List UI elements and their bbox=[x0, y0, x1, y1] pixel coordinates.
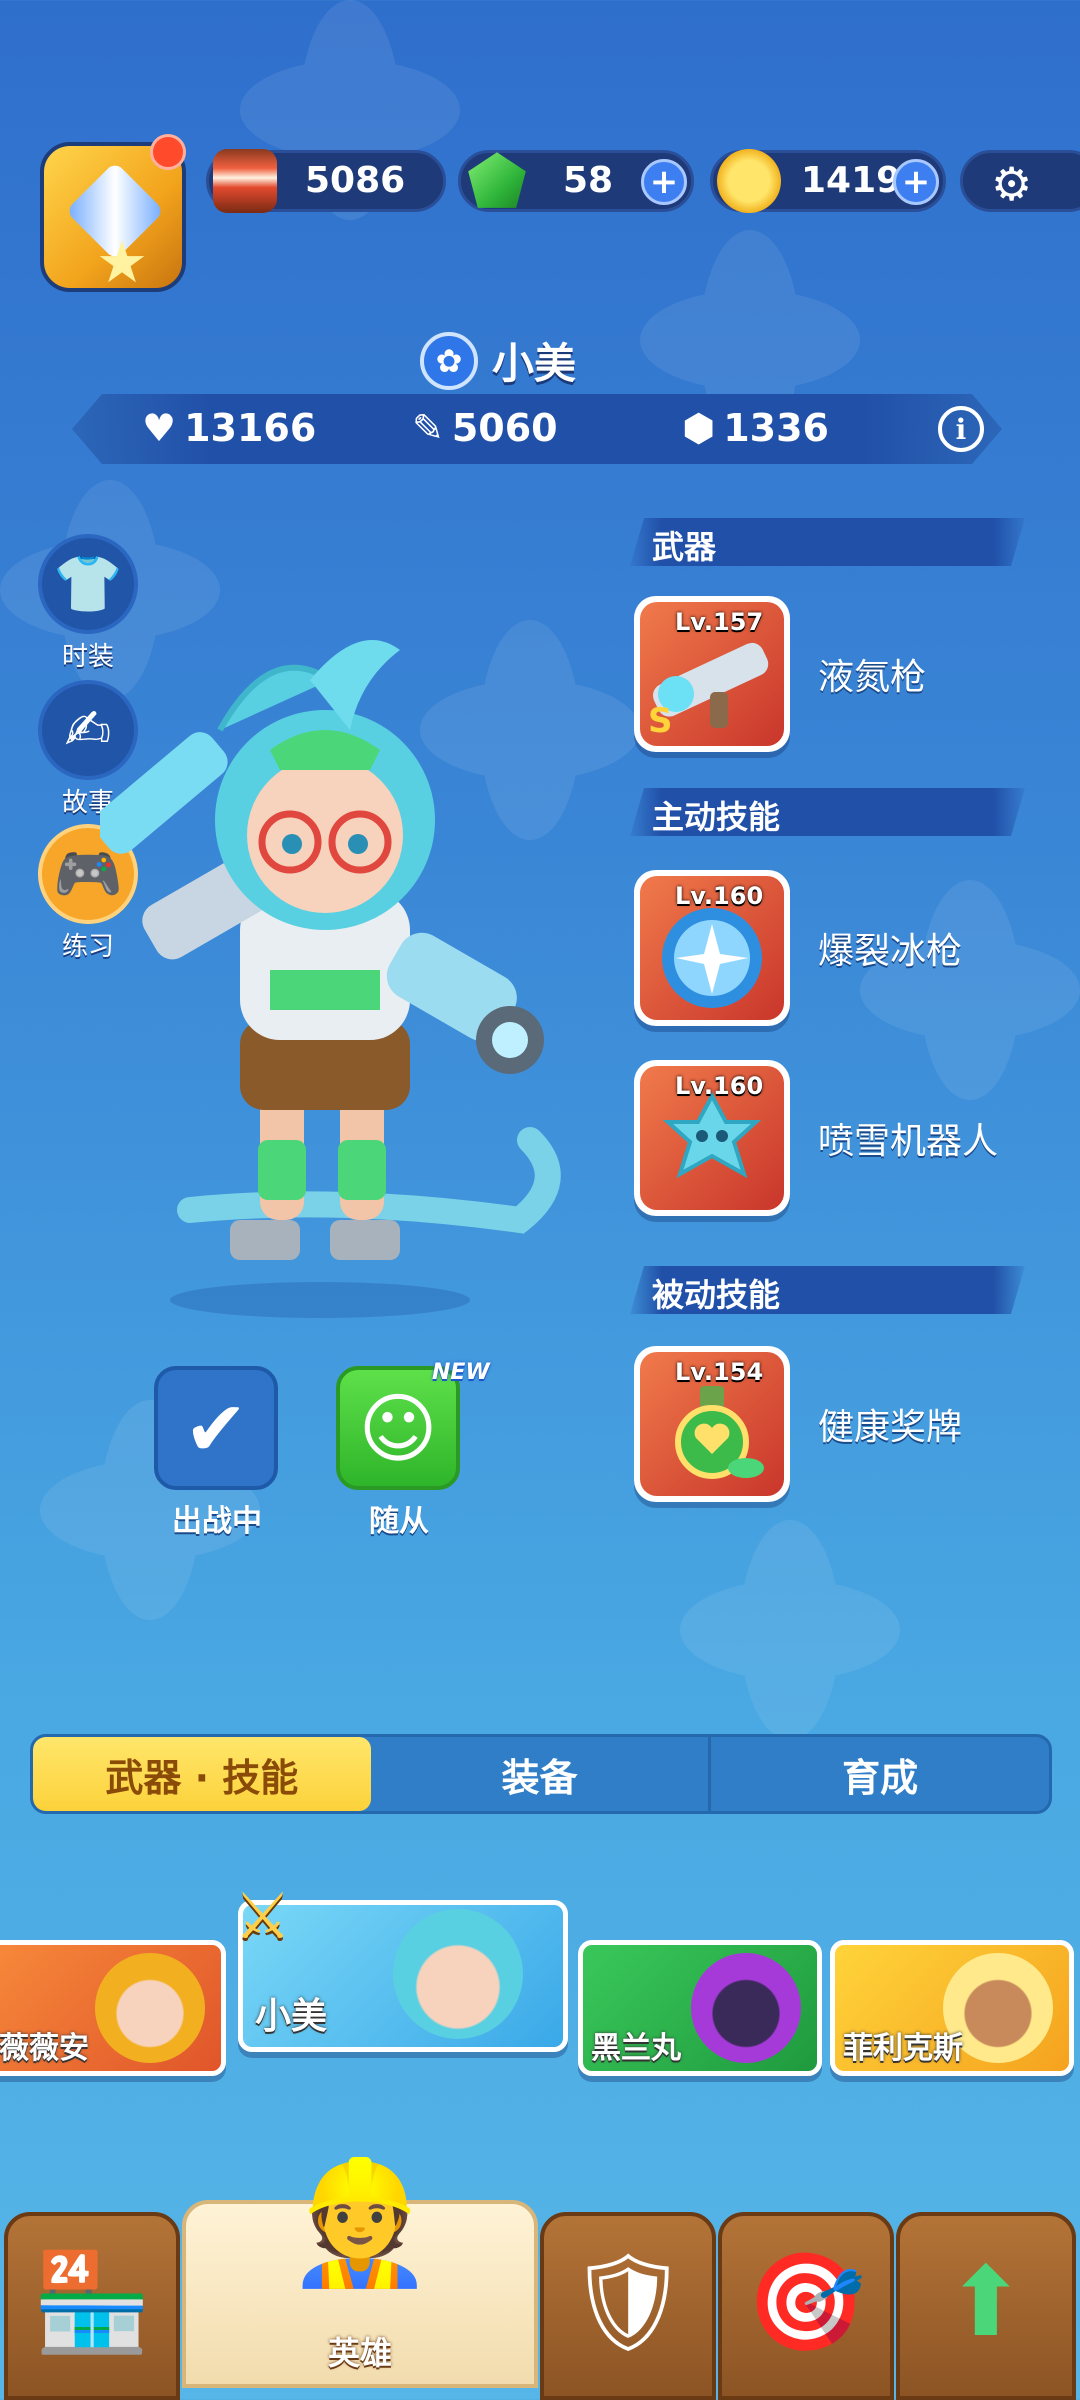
tab-weapon-skills[interactable]: 武器 · 技能 bbox=[33, 1737, 371, 1811]
hero-card-name: 菲利克斯 bbox=[843, 2031, 963, 2066]
hero-tabs: 武器 · 技能 装备 育成 bbox=[30, 1734, 1052, 1814]
hero-character-illustration bbox=[100, 640, 561, 1318]
nav-upgrade[interactable]: ⬆ bbox=[896, 2212, 1076, 2400]
weapon-name: 液氮枪 bbox=[818, 657, 927, 698]
hero-card-felix[interactable]: 菲利克斯 bbox=[830, 1940, 1074, 2076]
checkmark-icon: ✔ bbox=[154, 1366, 278, 1490]
active-skill-1-card[interactable]: Lv.160 bbox=[634, 870, 790, 1026]
settings-button[interactable]: ⚙ bbox=[960, 150, 1080, 212]
companion-button[interactable]: ☺ NEW 随从 bbox=[336, 1360, 490, 1540]
gem-currency-display: 58 + bbox=[458, 150, 694, 212]
attack-icon: ✎ bbox=[412, 406, 444, 450]
gem-icon bbox=[468, 152, 526, 208]
defense-value: 1336 bbox=[723, 406, 829, 450]
active-skill-2-name: 喷雪机器人 bbox=[818, 1121, 999, 1162]
nav-hero-label: 英雄 bbox=[327, 2334, 392, 2372]
active-skills-title: 主动技能 bbox=[652, 798, 781, 836]
gear-icon: ⚙ bbox=[991, 157, 1033, 211]
cake-amount: 5086 bbox=[305, 160, 406, 201]
add-gems-button[interactable]: + bbox=[641, 159, 687, 205]
notification-dot bbox=[150, 134, 186, 170]
cake-icon bbox=[213, 149, 277, 213]
weapon-card[interactable]: S Lv.157 bbox=[634, 596, 790, 752]
deployed-toggle[interactable]: ✔ 出战中 bbox=[154, 1366, 280, 1540]
hero-card-name: 黑兰丸 bbox=[591, 2031, 681, 2066]
attack-value: 5060 bbox=[451, 406, 558, 450]
crossed-swords-icon: ⚔ bbox=[234, 1880, 292, 1954]
active-skills-header: 主动技能 bbox=[630, 788, 1025, 836]
battle-shield-icon: 🛡 bbox=[567, 2246, 689, 2358]
passive-skill-name: 健康奖牌 bbox=[818, 1407, 963, 1448]
info-icon[interactable]: i bbox=[938, 406, 984, 452]
active-skill-2-card[interactable]: Lv.160 bbox=[634, 1060, 790, 1216]
hero-card-name: 薇薇安 bbox=[0, 2031, 89, 2066]
hero-card-kuroranmaru[interactable]: 黑兰丸 bbox=[578, 1940, 822, 2076]
passive-skill-level: Lv.154 bbox=[674, 1358, 764, 1386]
shield-icon: ⬢ bbox=[682, 406, 716, 450]
background-flower bbox=[680, 1520, 900, 1740]
gem-amount: 58 bbox=[563, 160, 614, 201]
hero-icon: 👷 bbox=[285, 2154, 435, 2293]
snowflake-icon: ✿ bbox=[420, 331, 478, 390]
companion-label: 随从 bbox=[369, 1504, 429, 1539]
nav-battle[interactable]: 🛡 bbox=[540, 2212, 716, 2400]
coin-amount: 1419 bbox=[801, 160, 902, 201]
svg-text:S: S bbox=[648, 701, 673, 741]
defense-stat: ⬢ 1336 bbox=[682, 406, 829, 450]
coin-icon bbox=[717, 149, 781, 213]
active-skill-2-level: Lv.160 bbox=[674, 1072, 764, 1100]
weapon-section-title: 武器 bbox=[652, 528, 717, 566]
hero-name: 小美 bbox=[492, 339, 577, 388]
passive-skills-header: 被动技能 bbox=[630, 1266, 1025, 1314]
deployed-label: 出战中 bbox=[172, 1504, 262, 1539]
weapon-level: Lv.157 bbox=[674, 608, 764, 636]
background-flower bbox=[860, 880, 1080, 1100]
weapon-section-header: 武器 bbox=[630, 518, 1025, 566]
add-coins-button[interactable]: + bbox=[893, 159, 939, 205]
new-badge: NEW bbox=[432, 1360, 490, 1385]
health-value: 13166 bbox=[184, 406, 317, 450]
shirt-icon: 👕 bbox=[38, 534, 138, 634]
heart-icon: ♥ bbox=[142, 406, 177, 450]
attack-stat: ✎ 5060 bbox=[412, 406, 558, 450]
upgrade-arrow-icon: ⬆ bbox=[945, 2246, 1027, 2358]
nav-challenge[interactable]: 🎯 bbox=[718, 2212, 894, 2400]
hero-name-row: ✿ 小美 bbox=[420, 330, 576, 391]
hero-portrait bbox=[393, 1909, 523, 2039]
active-skill-1-name: 爆裂冰枪 bbox=[818, 931, 963, 972]
tab-equipment[interactable]: 装备 bbox=[371, 1737, 712, 1811]
hero-stats-bar: ♥ 13166 ✎ 5060 ⬢ 1336 i bbox=[72, 394, 1002, 464]
cake-currency-display: 5086 bbox=[206, 149, 446, 213]
star-icon: ★ bbox=[96, 228, 148, 296]
hero-card-name: 小美 bbox=[255, 1996, 328, 2037]
hero-card-vivian[interactable]: 薇薇安 bbox=[0, 1940, 226, 2076]
hero-portrait bbox=[95, 1953, 205, 2063]
tab-training[interactable]: 育成 bbox=[711, 1737, 1049, 1811]
passive-skill-card[interactable]: Lv.154 bbox=[634, 1346, 790, 1502]
active-skill-1-level: Lv.160 bbox=[674, 882, 764, 910]
hero-portrait bbox=[691, 1953, 801, 2063]
nav-hero[interactable]: 👷 英雄 bbox=[182, 2164, 538, 2388]
coin-currency-display: 1419 + bbox=[710, 149, 946, 213]
nav-shop[interactable]: 🏪 bbox=[4, 2212, 180, 2400]
shop-icon: 🏪 bbox=[32, 2246, 152, 2358]
passive-skills-title: 被动技能 bbox=[652, 1276, 781, 1314]
health-stat: ♥ 13166 bbox=[142, 406, 316, 450]
target-icon: 🎯 bbox=[746, 2246, 866, 2358]
